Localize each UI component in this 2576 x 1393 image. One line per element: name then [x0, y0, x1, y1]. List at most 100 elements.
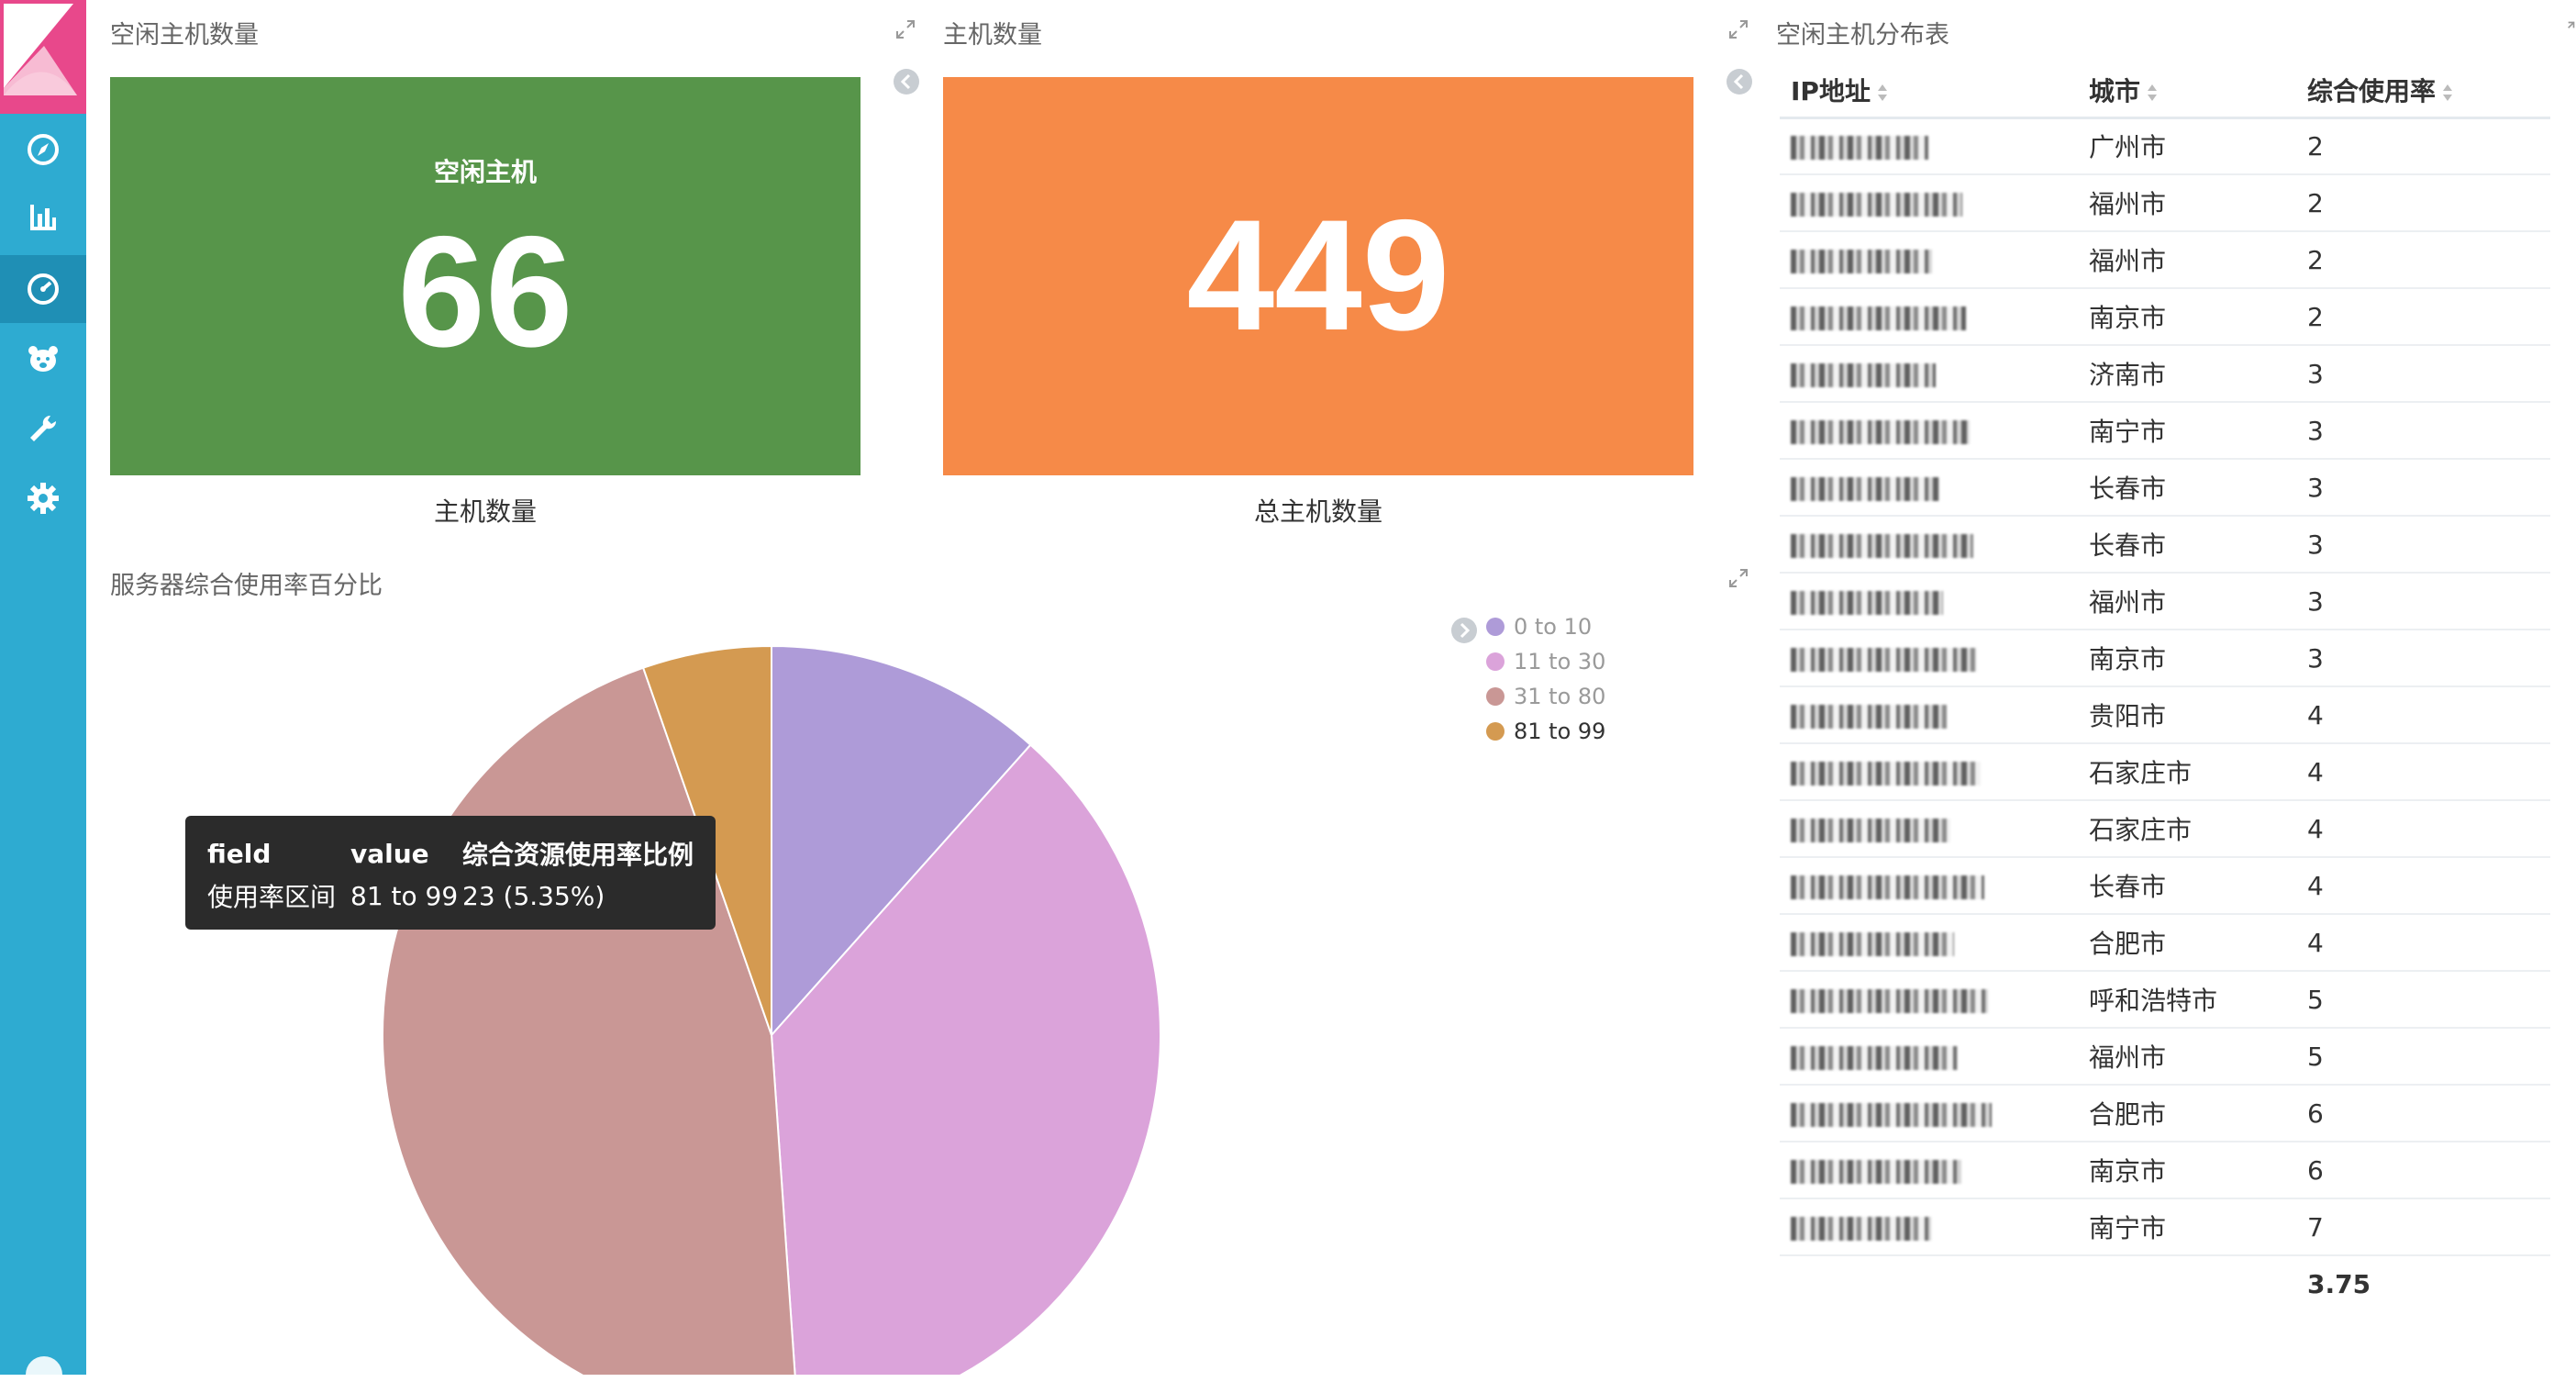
- redacted-ip: [1791, 704, 1947, 729]
- table-row[interactable]: 长春市 4: [1780, 857, 2550, 915]
- expand-panel-icon[interactable]: [2558, 18, 2576, 40]
- table-row[interactable]: 合肥市 4: [1780, 914, 2550, 972]
- panel-title-hosts: 主机数量: [943, 21, 1042, 50]
- nav-timelion[interactable]: [0, 325, 86, 393]
- city-cell: 长春市: [2078, 459, 2296, 517]
- legend-item[interactable]: 31 to 80: [1486, 679, 1605, 714]
- city-cell: 南宁市: [2078, 402, 2296, 460]
- collapse-sidebar-icon[interactable]: [26, 1356, 62, 1393]
- kibana-logo[interactable]: [0, 0, 86, 114]
- column-header-ip[interactable]: IP地址: [1780, 64, 2078, 119]
- legend-swatch: [1486, 687, 1505, 706]
- table-footer-row: 3.75: [1780, 1255, 2550, 1312]
- legend-label: 0 to 10: [1514, 614, 1593, 640]
- legend-item[interactable]: 0 to 10: [1486, 609, 1605, 644]
- column-header-usage[interactable]: 综合使用率: [2296, 64, 2550, 119]
- sort-icon[interactable]: [1876, 82, 1889, 104]
- redacted-ip: [1791, 362, 1936, 387]
- ip-cell: [1780, 800, 2078, 858]
- table-header-row: IP地址 城市 综合使用率: [1780, 64, 2550, 119]
- table-row[interactable]: 福州市 5: [1780, 1028, 2550, 1086]
- panel-title-idle-hosts: 空闲主机数量: [110, 21, 259, 50]
- table-row[interactable]: 呼和浩特市 5: [1780, 971, 2550, 1029]
- pie-legend: 0 to 10 11 to 30 31 to 80 81 to 99: [1486, 609, 1605, 749]
- table-row[interactable]: 南京市 6: [1780, 1142, 2550, 1199]
- table-row[interactable]: 南京市 3: [1780, 630, 2550, 687]
- table-row[interactable]: 福州市 2: [1780, 231, 2550, 289]
- usage-cell: 4: [2296, 686, 2550, 744]
- tooltip-value: 81 to 99: [350, 880, 459, 911]
- ip-cell: [1780, 914, 2078, 972]
- city-cell: 贵阳市: [2078, 686, 2296, 744]
- wrench-icon: [30, 415, 57, 441]
- idle-hosts-table: IP地址 城市 综合使用率 广州市 2 福州市 2 福州市 2 南京市 2 济南市 3 南宁市 3 长春…: [1780, 64, 2550, 1312]
- legend-toggle-icon[interactable]: [1450, 617, 1478, 644]
- sidebar: [0, 0, 86, 1393]
- metric-label: 空闲主机: [433, 157, 537, 187]
- city-cell: 合肥市: [2078, 914, 2296, 972]
- city-cell: 南京市: [2078, 288, 2296, 346]
- column-header-city[interactable]: 城市: [2078, 64, 2296, 119]
- nav-visualize[interactable]: [0, 184, 86, 251]
- table-row[interactable]: 石家庄市 4: [1780, 800, 2550, 858]
- table-row[interactable]: 贵阳市 4: [1780, 686, 2550, 744]
- ip-cell: [1780, 402, 2078, 460]
- usage-cell: 4: [2296, 914, 2550, 972]
- redacted-ip: [1791, 1045, 1958, 1070]
- table-row[interactable]: 福州市 2: [1780, 174, 2550, 232]
- expand-panel-icon[interactable]: [894, 18, 916, 40]
- legend-item[interactable]: 11 to 30: [1486, 644, 1605, 679]
- tooltip-header-ratio: 综合资源使用率比例: [462, 840, 694, 870]
- city-cell: 南京市: [2078, 630, 2296, 687]
- expand-panel-icon[interactable]: [1727, 567, 1749, 589]
- usage-cell: 4: [2296, 800, 2550, 858]
- chevron-left-icon[interactable]: [893, 68, 920, 95]
- redacted-ip: [1791, 818, 1950, 842]
- legend-label: 31 to 80: [1514, 684, 1606, 709]
- nav-dev-tools[interactable]: [0, 395, 86, 462]
- city-cell: 南宁市: [2078, 1198, 2296, 1256]
- table-row[interactable]: 济南市 3: [1780, 345, 2550, 403]
- ip-cell: [1780, 1028, 2078, 1086]
- legend-item[interactable]: 81 to 99: [1486, 714, 1605, 749]
- city-cell: 合肥市: [2078, 1085, 2296, 1142]
- nav-dashboard[interactable]: [0, 255, 86, 323]
- metric-caption: 总主机数量: [1253, 496, 1382, 527]
- legend-swatch: [1486, 618, 1505, 636]
- table-row[interactable]: 石家庄市 4: [1780, 743, 2550, 801]
- ip-cell: [1780, 971, 2078, 1029]
- expand-panel-icon[interactable]: [1727, 18, 1749, 40]
- city-cell: 福州市: [2078, 1028, 2296, 1086]
- dashboard-gauge-icon: [28, 273, 59, 305]
- metric-value: 66: [397, 204, 573, 380]
- redacted-ip: [1791, 931, 1954, 956]
- metric-value: 449: [1186, 187, 1450, 363]
- redacted-ip: [1791, 590, 1943, 615]
- ip-cell: [1780, 1142, 2078, 1199]
- table-row[interactable]: 长春市 3: [1780, 459, 2550, 517]
- tooltip-header-row: field value 综合资源使用率比例: [207, 832, 716, 875]
- ip-cell: [1780, 345, 2078, 403]
- table-row[interactable]: 南宁市 7: [1780, 1198, 2550, 1256]
- city-cell: 广州市: [2078, 117, 2296, 175]
- usage-cell: 5: [2296, 1028, 2550, 1086]
- table-row[interactable]: 福州市 3: [1780, 573, 2550, 630]
- sort-icon[interactable]: [2146, 82, 2159, 104]
- nav-management[interactable]: [0, 464, 86, 532]
- table-row[interactable]: 南京市 2: [1780, 288, 2550, 346]
- tooltip-value-row: 使用率区间 81 to 99 23 (5.35%): [207, 875, 716, 917]
- usage-cell: 3: [2296, 345, 2550, 403]
- table-row[interactable]: 长春市 3: [1780, 516, 2550, 574]
- table-body: 广州市 2 福州市 2 福州市 2 南京市 2 济南市 3 南宁市 3 长春市 3 长春市 3 福州市 3 南京市 3…: [1780, 117, 2550, 1256]
- tooltip-ratio: 23 (5.35%): [462, 880, 605, 911]
- table-row[interactable]: 合肥市 6: [1780, 1085, 2550, 1142]
- nav-discover[interactable]: [0, 116, 86, 184]
- table-row[interactable]: 广州市 2: [1780, 117, 2550, 175]
- chevron-left-icon[interactable]: [1726, 68, 1753, 95]
- usage-cell: 6: [2296, 1085, 2550, 1142]
- usage-cell: 2: [2296, 117, 2550, 175]
- panel-title-idle-table: 空闲主机分布表: [1776, 21, 1949, 50]
- table-row[interactable]: 南宁市 3: [1780, 402, 2550, 460]
- sort-icon[interactable]: [2441, 82, 2454, 104]
- usage-cell: 4: [2296, 743, 2550, 801]
